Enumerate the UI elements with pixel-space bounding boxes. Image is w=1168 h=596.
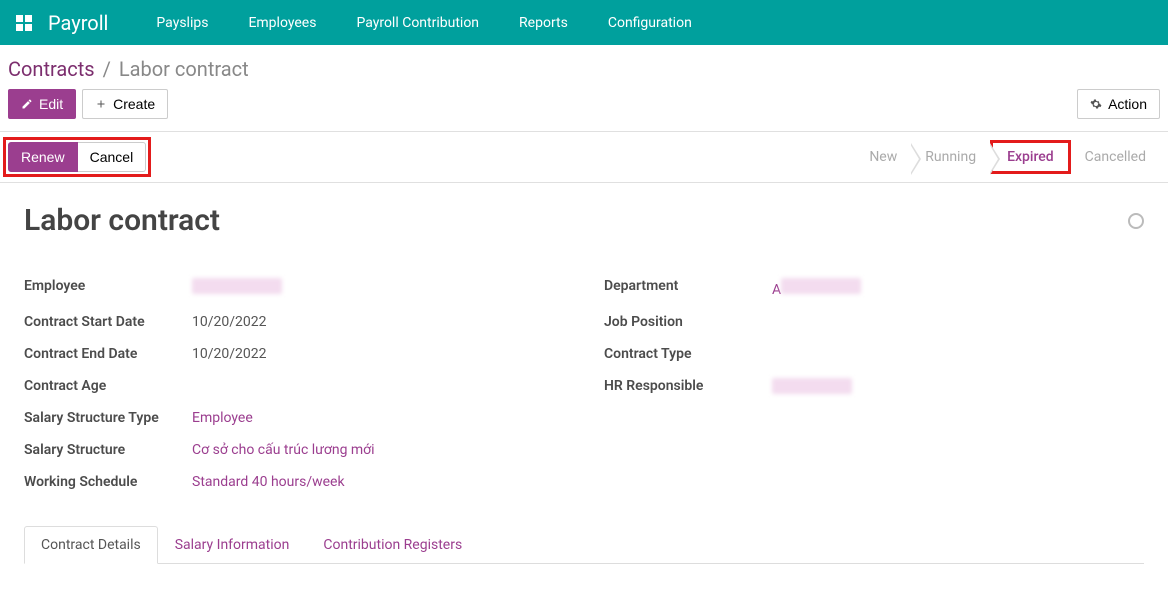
label-hr-responsible: HR Responsible [604, 378, 772, 394]
gear-icon [1090, 98, 1102, 110]
label-salary-structure: Salary Structure [24, 442, 192, 458]
value-salary-structure-type[interactable]: Employee [192, 410, 564, 426]
label-job-position: Job Position [604, 314, 772, 330]
edit-label: Edit [39, 96, 63, 112]
edit-button[interactable]: Edit [8, 89, 76, 119]
label-contract-age: Contract Age [24, 378, 192, 394]
nav-payslips[interactable]: Payslips [140, 15, 224, 31]
kanban-state-icon[interactable] [1128, 213, 1144, 229]
label-contract-type: Contract Type [604, 346, 772, 362]
action-label: Action [1108, 96, 1147, 112]
status-step-expired[interactable]: Expired [993, 143, 1068, 171]
status-step-running[interactable]: Running [911, 143, 990, 171]
breadcrumb: Contracts / Labor contract [0, 45, 1168, 89]
label-end-date: Contract End Date [24, 346, 192, 362]
label-department: Department [604, 278, 772, 294]
status-step-cancelled[interactable]: Cancelled [1071, 143, 1160, 171]
label-start-date: Contract Start Date [24, 314, 192, 330]
action-button[interactable]: Action [1077, 89, 1160, 119]
breadcrumb-parent[interactable]: Contracts [8, 57, 95, 81]
breadcrumb-separator: / [103, 57, 111, 81]
status-steps: New Running Expired Cancelled [855, 140, 1160, 174]
value-end-date: 10/20/2022 [192, 346, 564, 362]
value-start-date: 10/20/2022 [192, 314, 564, 330]
tab-salary-information[interactable]: Salary Information [158, 526, 307, 564]
renew-button[interactable]: Renew [8, 142, 78, 172]
highlight-renew-cancel: Renew Cancel [3, 137, 151, 177]
nav-configuration[interactable]: Configuration [592, 15, 708, 31]
highlight-expired: Expired [990, 140, 1071, 174]
create-button[interactable]: Create [82, 89, 168, 119]
toolbar: Edit Create Action [0, 89, 1168, 131]
top-nav: Payroll Payslips Employees Payroll Contr… [0, 0, 1168, 45]
cancel-button[interactable]: Cancel [78, 142, 147, 172]
form-col-left: Employee Contract Start Date 10/20/2022 … [24, 278, 564, 506]
value-hr-responsible[interactable] [772, 378, 1144, 398]
value-working-schedule[interactable]: Standard 40 hours/week [192, 474, 564, 490]
tab-contract-details[interactable]: Contract Details [24, 526, 158, 564]
form-sheet: Labor contract Employee Contract Start D… [0, 183, 1168, 584]
value-salary-structure[interactable]: Cơ sở cho cấu trúc lương mới [192, 442, 564, 458]
nav-payroll-contribution[interactable]: Payroll Contribution [340, 15, 495, 31]
page-title: Labor contract [24, 203, 220, 238]
value-department[interactable]: A [772, 278, 1144, 298]
app-title[interactable]: Payroll [48, 11, 108, 35]
breadcrumb-current: Labor contract [119, 57, 249, 81]
label-salary-structure-type: Salary Structure Type [24, 410, 192, 426]
nav-employees[interactable]: Employees [232, 15, 332, 31]
label-working-schedule: Working Schedule [24, 474, 192, 490]
plus-icon [95, 98, 107, 110]
statusbar: Renew Cancel New Running Expired Cancell… [0, 131, 1168, 183]
form-col-right: Department A Job Position Contract Type … [604, 278, 1144, 506]
label-employee: Employee [24, 278, 192, 294]
tab-contribution-registers[interactable]: Contribution Registers [306, 526, 479, 564]
value-employee[interactable] [192, 278, 564, 298]
status-step-new[interactable]: New [855, 143, 911, 171]
create-label: Create [113, 96, 155, 112]
pencil-icon [21, 98, 33, 110]
nav-reports[interactable]: Reports [503, 15, 584, 31]
tabs: Contract Details Salary Information Cont… [24, 526, 1144, 564]
apps-icon[interactable] [16, 15, 32, 31]
